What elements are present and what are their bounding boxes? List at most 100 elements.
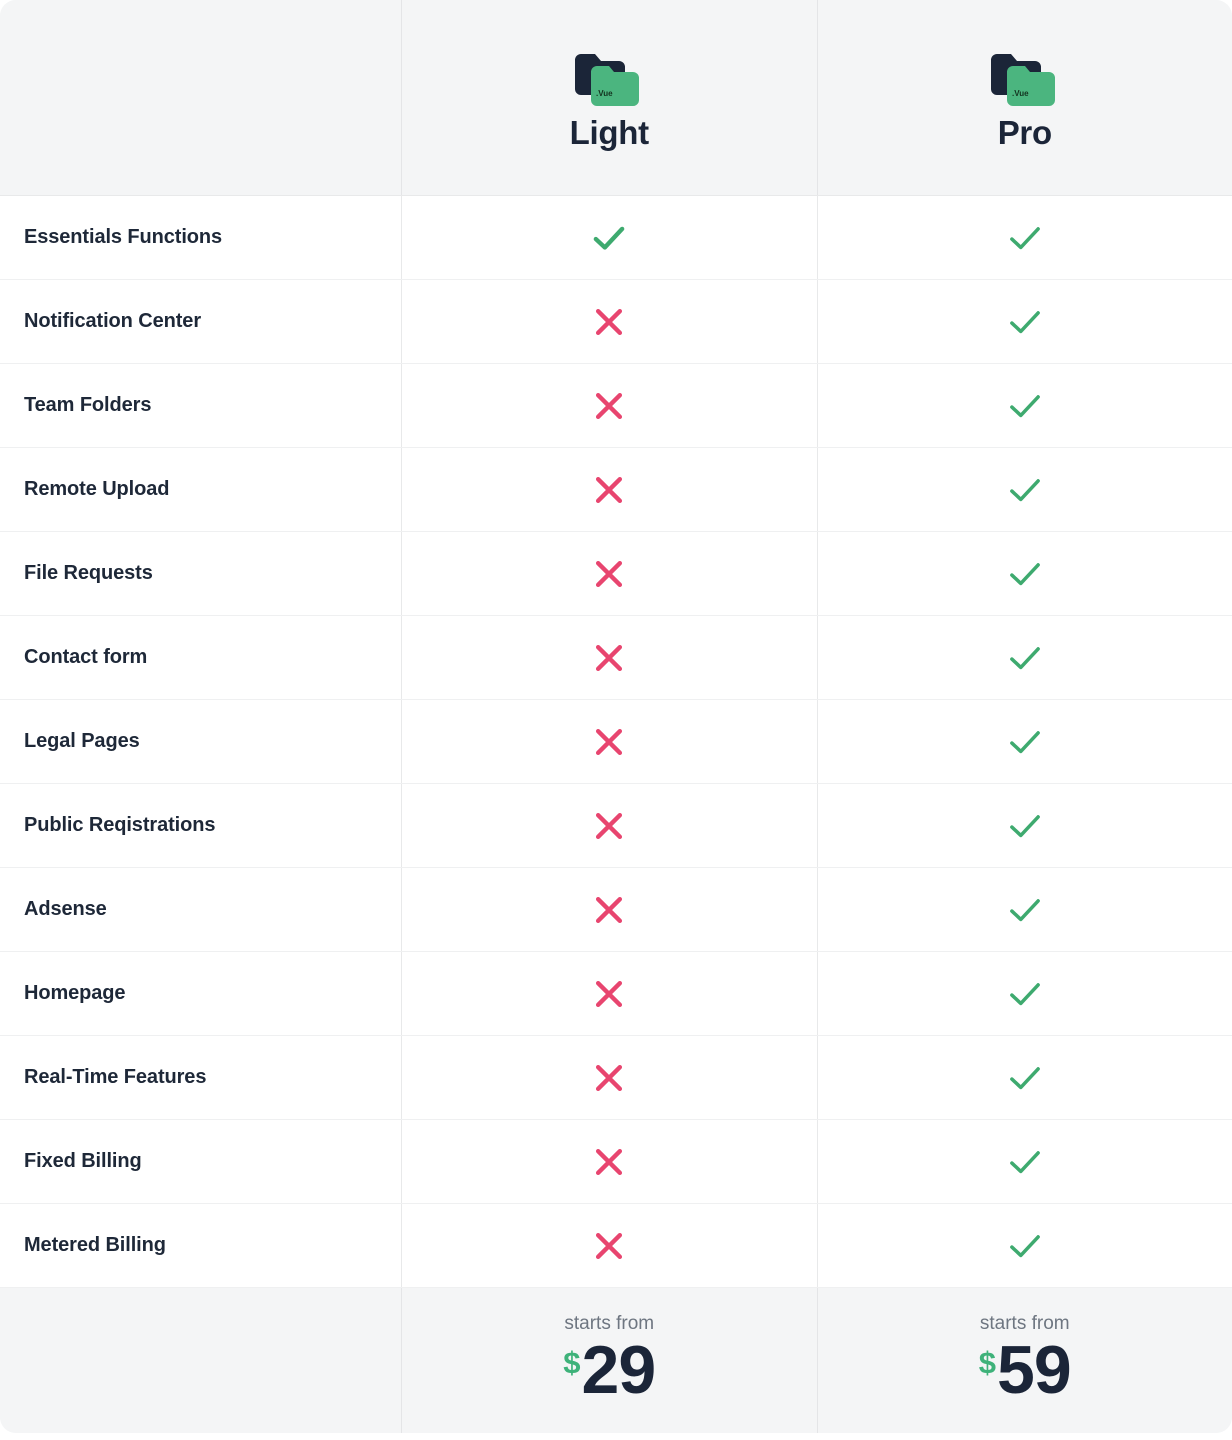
feature-label: Real-Time Features <box>24 1066 207 1088</box>
cell-pro <box>816 1204 1232 1287</box>
cross-icon <box>596 812 623 839</box>
cell-light <box>401 1036 817 1119</box>
feature-label: Public Reqistrations <box>24 814 216 836</box>
feature-label: Contact form <box>24 646 148 668</box>
table-row: Notification Center <box>0 280 1232 364</box>
feature-label: Metered Billing <box>24 1234 166 1256</box>
cross-icon <box>596 1064 623 1091</box>
table-row: File Requests <box>0 532 1232 616</box>
cell-light <box>401 784 817 867</box>
check-icon <box>1009 478 1040 501</box>
pricing-comparison-table: .Vue Light .Vue Pro Essentials Functions… <box>0 0 1232 1440</box>
table-row: Essentials Functions <box>0 196 1232 280</box>
cell-pro <box>816 532 1232 615</box>
feature-label: Notification Center <box>24 310 201 332</box>
cell-light <box>401 280 817 363</box>
currency-symbol: $ <box>978 1344 997 1380</box>
check-icon <box>593 226 625 250</box>
feature-label: Adsense <box>24 898 107 920</box>
cell-pro <box>816 616 1232 699</box>
price-cell-pro[interactable]: starts from $ 59 <box>816 1288 1232 1433</box>
table-row: Contact form <box>0 616 1232 700</box>
cell-pro <box>816 868 1232 951</box>
cell-light <box>401 868 817 951</box>
cell-pro <box>816 784 1232 867</box>
check-icon <box>1009 394 1040 417</box>
folder-extension-label: .Vue <box>1012 89 1029 98</box>
cell-pro <box>816 448 1232 531</box>
table-row: Team Folders <box>0 364 1232 448</box>
cell-light <box>401 1204 817 1287</box>
check-icon <box>1009 814 1040 837</box>
cross-icon <box>596 896 623 923</box>
cross-icon <box>596 728 623 755</box>
cross-icon <box>596 476 623 503</box>
cell-pro <box>816 952 1232 1035</box>
cell-pro <box>816 364 1232 447</box>
cross-icon <box>596 560 623 587</box>
cell-light <box>401 196 817 279</box>
folder-extension-label: .Vue <box>596 89 613 98</box>
table-row: Legal Pages <box>0 700 1232 784</box>
table-row: Public Reqistrations <box>0 784 1232 868</box>
check-icon <box>1009 646 1040 669</box>
plan-name-pro: Pro <box>997 114 1052 151</box>
price-amount: 29 <box>581 1331 657 1408</box>
cell-light <box>401 616 817 699</box>
cell-light <box>401 364 817 447</box>
check-icon <box>1009 982 1040 1005</box>
feature-label: Legal Pages <box>24 730 140 752</box>
table-row: Homepage <box>0 952 1232 1036</box>
price-amount: 59 <box>997 1331 1072 1408</box>
cell-light <box>401 532 817 615</box>
footer-feature-column <box>0 1288 401 1433</box>
plan-name-light: Light <box>569 114 649 151</box>
feature-label: File Requests <box>24 562 153 584</box>
cross-icon <box>596 644 623 671</box>
check-icon <box>1009 1234 1040 1257</box>
table-header: .Vue Light .Vue Pro <box>0 0 1232 196</box>
cross-icon <box>596 1148 623 1175</box>
cross-icon <box>596 980 623 1007</box>
feature-label: Team Folders <box>24 394 152 416</box>
cell-pro <box>816 196 1232 279</box>
currency-symbol: $ <box>563 1344 581 1380</box>
table-footer: starts from $ 29 starts from $ 59 <box>0 1288 1232 1433</box>
check-icon <box>1009 562 1040 585</box>
vue-folder-icon: .Vue <box>575 54 640 106</box>
plan-header-light[interactable]: .Vue Light <box>401 0 817 195</box>
cross-icon <box>596 392 623 419</box>
price-light: $ 29 <box>563 1331 657 1408</box>
table-row: Metered Billing <box>0 1204 1232 1288</box>
price-cell-light[interactable]: starts from $ 29 <box>401 1288 817 1433</box>
vue-folder-icon: .Vue <box>990 54 1055 106</box>
starts-from-label: starts from <box>564 1312 655 1334</box>
cell-light <box>401 448 817 531</box>
table-row: Real-Time Features <box>0 1036 1232 1120</box>
table-row: Adsense <box>0 868 1232 952</box>
check-icon <box>1009 1150 1040 1173</box>
plan-header-pro[interactable]: .Vue Pro <box>816 0 1232 195</box>
cell-pro <box>816 700 1232 783</box>
check-icon <box>1009 730 1040 753</box>
starts-from-label: starts from <box>979 1312 1070 1334</box>
cell-light <box>401 952 817 1035</box>
cross-icon <box>596 1232 623 1259</box>
check-icon <box>1009 310 1040 333</box>
feature-label: Fixed Billing <box>24 1150 142 1172</box>
check-icon <box>1009 898 1040 921</box>
cross-icon <box>596 308 623 335</box>
cell-pro <box>816 280 1232 363</box>
price-pro: $ 59 <box>978 1331 1072 1408</box>
check-icon <box>1009 226 1040 249</box>
check-icon <box>1009 1066 1040 1089</box>
header-feature-column <box>0 0 401 195</box>
cell-light <box>401 700 817 783</box>
cell-pro <box>816 1120 1232 1203</box>
table-row: Fixed Billing <box>0 1120 1232 1204</box>
table-row: Remote Upload <box>0 448 1232 532</box>
cell-pro <box>816 1036 1232 1119</box>
feature-label: Essentials Functions <box>24 226 223 248</box>
feature-label: Homepage <box>24 982 126 1004</box>
table-body: Essentials Functions Notification Center T… <box>0 196 1232 1288</box>
